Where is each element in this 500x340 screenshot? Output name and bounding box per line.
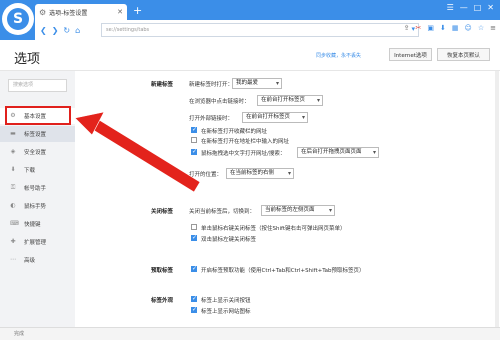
download-icon: ⬇ [10, 166, 16, 173]
checkbox-double-click-close[interactable] [191, 234, 197, 241]
section-preload: 预取标签 [151, 268, 174, 274]
highlight-box [5, 106, 71, 125]
tab-icon: ▬ [10, 130, 16, 137]
puzzle-icon: ✚ [10, 238, 16, 245]
new-tab-open-select[interactable]: 我的最爱 [232, 78, 282, 89]
minimize-icon[interactable]: — [460, 3, 468, 12]
sidebar-item-label: 下载 [24, 168, 36, 174]
sidebar-item-shortcuts[interactable]: ⌨ 快捷键 [0, 216, 75, 232]
sidebar-item-gesture[interactable]: ◐ 鼠标手势 [0, 198, 75, 214]
checkbox-drag-label: 鼠标拖拽选中文字打开网址/搜索： [201, 151, 286, 157]
checkbox-addressbar-label: 在新标签打开在地址栏中输入的网址 [201, 139, 290, 145]
shield-icon: ◈ [10, 148, 16, 155]
sidebar-item-label: 鼠标手势 [24, 204, 47, 210]
tile-icon[interactable]: ▦ [452, 24, 459, 32]
external-link-label: 打开外部链接时： [189, 116, 234, 122]
checkbox-favbar-newtab[interactable] [191, 126, 197, 133]
sidebar-item-download[interactable]: ⬇ 下载 [0, 162, 75, 178]
face-icon[interactable]: ☺ [465, 24, 472, 32]
forward-icon[interactable]: ❯ [52, 26, 59, 35]
browser-logo[interactable]: S [2, 3, 34, 35]
checkbox-double-click-label: 双击鼠标左键关闭标签 [201, 237, 257, 243]
download-icon[interactable]: ⬇ [440, 24, 446, 32]
checkbox-drag-search[interactable] [191, 148, 197, 155]
restore-defaults-button[interactable]: 恢复本页默认 [437, 48, 490, 61]
click-link-select[interactable]: 在前台打开标签页 [257, 95, 323, 106]
address-bar[interactable]: se://settings/tabs ▾ [101, 23, 419, 37]
cut-icon[interactable]: ✂ [416, 24, 422, 32]
new-tab-open-label: 新建标签时打开： [189, 82, 234, 88]
menu-icon[interactable]: ☰ [447, 3, 454, 12]
back-icon[interactable]: ❮ [40, 26, 47, 35]
sidebar-item-security[interactable]: ◈ 安全设置 [0, 144, 75, 160]
status-text: 完成 [14, 331, 25, 337]
internet-options-button[interactable]: Internet选项 [389, 48, 432, 61]
drag-open-select[interactable]: 在后台打开拖拽页面页面 [297, 147, 379, 158]
external-link-select[interactable]: 在前台打开标签页 [242, 112, 308, 123]
toolbar-icons: ⇪ ✂ ▣ ⬇ ▦ ☺ ☆ ≡ [404, 24, 496, 32]
checkbox-preload[interactable] [191, 265, 197, 272]
scrollbar[interactable] [495, 71, 499, 327]
mouse-icon: ◐ [10, 202, 16, 209]
cards-icon[interactable]: ▣ [427, 24, 434, 32]
checkbox-right-click-close[interactable] [191, 224, 197, 230]
sidebar-item-label: 帐号助手 [24, 186, 47, 192]
sync-link[interactable]: 同步收藏，永不丢失 [316, 52, 361, 59]
search-input[interactable]: 搜索选项 [8, 79, 67, 92]
sidebar-item-label: 快捷键 [24, 222, 41, 228]
sendto-icon[interactable]: ⇪ [404, 24, 410, 32]
refresh-icon[interactable]: ↻ [63, 26, 70, 35]
checkbox-favbar-label: 在新标签打开收藏栏的网址 [201, 129, 268, 135]
sidebar-item-label: 扩展管理 [24, 240, 47, 246]
checkbox-right-click-label: 单击鼠标右键关闭标签（按住Shift键右击可弹出网页菜单） [201, 226, 346, 232]
sogou-s-icon: S [7, 8, 29, 30]
sidebar-item-label: 高级 [24, 258, 36, 264]
sidebar-item-extensions[interactable]: ✚ 扩展管理 [0, 234, 75, 250]
close-after-select[interactable]: 当前标签的左侧页面 [261, 205, 335, 216]
tab-title: 选项-标签设置 [49, 9, 88, 17]
sidebar-item-label: 安全设置 [24, 150, 47, 156]
more-icon: ⋯ [10, 256, 16, 263]
sidebar-item-tabs[interactable]: ▬ 标签设置 [0, 126, 75, 142]
click-link-label: 在浏览器中点击链接时： [189, 99, 250, 105]
section-appearance: 标签外观 [151, 298, 174, 304]
section-close-tab: 关闭标签 [151, 209, 174, 215]
checkbox-addressbar-newtab[interactable] [191, 137, 197, 143]
status-bar: 完成 [0, 327, 500, 340]
close-window-icon[interactable]: ✕ [487, 3, 494, 12]
window-controls: ☰ — □ ✕ [447, 3, 494, 12]
checkbox-site-icon[interactable] [191, 306, 197, 313]
new-tab-button[interactable]: + [133, 4, 142, 17]
close-after-label: 关闭当前标签后，切换到： [189, 209, 256, 215]
gear-icon: ⚙ [39, 7, 47, 17]
hamburger-icon[interactable]: ≡ [490, 24, 496, 32]
home-icon[interactable]: ⌂ [75, 26, 80, 35]
page-title: 选项 [14, 52, 41, 67]
checkbox-close-button-label: 标签上显示关闭按钮 [201, 298, 251, 304]
section-new-tab: 新建标签 [151, 82, 174, 88]
maximize-icon[interactable]: □ [474, 3, 482, 12]
tab-settings[interactable]: ⚙ 选项-标签设置 ✕ [35, 4, 127, 20]
open-position-select[interactable]: 在当前标签的右侧 [226, 168, 294, 179]
close-tab-icon[interactable]: ✕ [117, 8, 123, 16]
key-icon: ⚿ [10, 184, 16, 191]
open-position-label: 打开的位置： [189, 172, 223, 178]
address-text: se://settings/tabs [106, 27, 150, 33]
settings-content: 新建标签 新建标签时打开： 我的最爱 在浏览器中点击链接时： 在前台打开标签页 … [75, 71, 500, 327]
star-icon[interactable]: ☆ [478, 24, 484, 32]
sidebar-item-advanced[interactable]: ⋯ 高级 [0, 252, 75, 268]
checkbox-close-button[interactable] [191, 295, 197, 302]
keyboard-icon: ⌨ [10, 220, 19, 227]
sidebar-item-account[interactable]: ⚿ 帐号助手 [0, 180, 75, 196]
toolbar: ❮ ❯ ↻ ⌂ se://settings/tabs ▾ ⇪ ✂ ▣ ⬇ ▦ ☺… [35, 20, 500, 40]
browser-titlebar: S ⚙ 选项-标签设置 ✕ + ☰ — □ ✕ ❮ ❯ ↻ ⌂ se://set… [0, 0, 500, 40]
settings-header: 选项 同步收藏，永不丢失 Internet选项 恢复本页默认 [0, 40, 500, 71]
checkbox-site-icon-label: 标签上显示网站图标 [201, 309, 251, 315]
checkbox-preload-label: 开启标签预取功能（使用Ctrl+Tab和Ctrl+Shift+Tab预取标签页） [201, 268, 365, 274]
sidebar-item-label: 标签设置 [24, 132, 47, 138]
